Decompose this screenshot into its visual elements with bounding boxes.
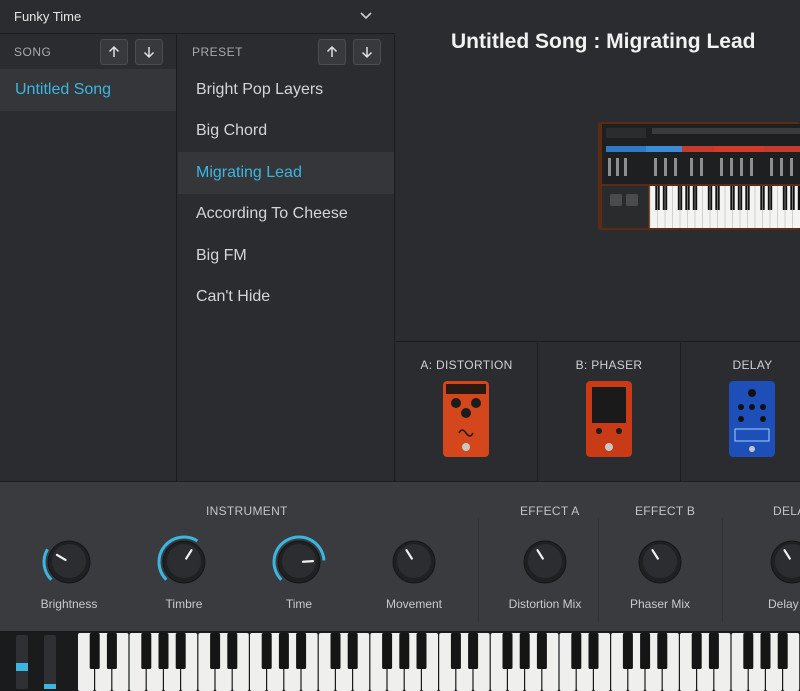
knob-label: Timbre <box>165 597 203 611</box>
black-key[interactable] <box>227 633 238 669</box>
preset-header-label: PRESET <box>192 45 244 59</box>
knob-brightness[interactable] <box>41 534 97 590</box>
knob-label: Movement <box>385 597 443 611</box>
song-up-button[interactable] <box>100 39 128 65</box>
black-key[interactable] <box>210 633 221 669</box>
distortion-pedal-image[interactable] <box>443 381 489 457</box>
knob-delay-vo[interactable] <box>764 534 800 590</box>
knob-distortion-mix[interactable] <box>517 534 573 590</box>
effect-slot-b[interactable]: B: PHASER <box>538 343 681 481</box>
preset-item[interactable]: Big Chord <box>178 111 394 153</box>
section-label-effect-b: EFFECT B <box>635 504 696 518</box>
chevron-down-icon[interactable] <box>359 9 373 23</box>
effect-slot-a[interactable]: A: DISTORTION <box>396 343 538 481</box>
black-key[interactable] <box>691 633 702 669</box>
pitch-wheel[interactable] <box>16 635 28 689</box>
song-column: SONG Untitled Song <box>0 35 177 481</box>
piano-keys[interactable] <box>78 633 800 691</box>
section-divider <box>722 518 723 622</box>
black-key[interactable] <box>347 633 358 669</box>
black-key[interactable] <box>468 633 479 669</box>
preset-item[interactable]: Migrating Lead <box>178 152 394 194</box>
black-key[interactable] <box>640 633 651 669</box>
black-key[interactable] <box>657 633 668 669</box>
black-key[interactable] <box>450 633 461 669</box>
section-label-effect-a: EFFECT A <box>520 504 580 518</box>
knob-movement[interactable] <box>386 534 442 590</box>
black-key[interactable] <box>106 633 117 669</box>
knob-label: Phaser Mix <box>629 597 691 611</box>
black-key[interactable] <box>330 633 341 669</box>
black-key[interactable] <box>296 633 307 669</box>
preset-item[interactable]: Can't Hide <box>178 277 394 319</box>
black-key[interactable] <box>261 633 272 669</box>
song-header-label: SONG <box>14 45 52 59</box>
knob-label: Brightness <box>40 597 98 611</box>
black-key[interactable] <box>175 633 186 669</box>
black-key[interactable] <box>141 633 152 669</box>
song-down-button[interactable] <box>135 39 163 65</box>
app: Funky Time SONG Untitled Song PRESET Bri… <box>0 0 800 691</box>
knob-label: Time <box>285 597 313 611</box>
arrow-up-icon <box>108 45 120 57</box>
black-key[interactable] <box>89 633 100 669</box>
effect-label: DELAY <box>732 358 773 372</box>
section-divider <box>478 518 479 622</box>
delay-pedal-image[interactable] <box>729 381 775 457</box>
preset-column: PRESET Bright Pop Layers Big Chord Migra… <box>178 35 395 481</box>
black-key[interactable] <box>760 633 771 669</box>
black-key[interactable] <box>588 633 599 669</box>
black-key[interactable] <box>278 633 289 669</box>
preset-item[interactable]: Big FM <box>178 235 394 277</box>
preset-header: PRESET <box>178 35 394 69</box>
arrow-up-icon <box>326 45 338 57</box>
effect-label: B: PHASER <box>575 358 643 372</box>
black-key[interactable] <box>502 633 513 669</box>
song-header: SONG <box>0 35 176 69</box>
preset-item[interactable]: According To Cheese <box>178 194 394 236</box>
black-key[interactable] <box>743 633 754 669</box>
macro-controls: INSTRUMENT EFFECT A EFFECT B DELA Bright… <box>0 481 800 631</box>
knob-label: Delay Vo <box>767 597 800 611</box>
black-key[interactable] <box>536 633 547 669</box>
mod-wheel-indicator <box>44 684 56 689</box>
preset-up-button[interactable] <box>318 39 346 65</box>
instrument-view: Untitled Song : Migrating Lead <box>396 0 800 342</box>
knob-time[interactable] <box>271 534 327 590</box>
black-key[interactable] <box>416 633 427 669</box>
arrow-down-icon <box>143 47 155 59</box>
black-key[interactable] <box>158 633 169 669</box>
page-title: Untitled Song : Migrating Lead <box>451 30 756 53</box>
black-key[interactable] <box>777 633 788 669</box>
effect-label: A: DISTORTION <box>420 358 513 372</box>
black-key[interactable] <box>382 633 393 669</box>
black-key[interactable] <box>622 633 633 669</box>
phaser-pedal-image[interactable] <box>586 381 632 457</box>
song-item[interactable]: Untitled Song <box>0 69 176 111</box>
pitch-wheel-indicator <box>16 663 28 671</box>
setlist-selector[interactable]: Funky Time <box>0 0 395 34</box>
black-key[interactable] <box>519 633 530 669</box>
black-key[interactable] <box>571 633 582 669</box>
knob-label: Distortion Mix <box>508 597 582 611</box>
keyboard <box>0 631 800 691</box>
synthesizer-image[interactable] <box>598 122 800 230</box>
preset-down-button[interactable] <box>353 39 381 65</box>
arrow-down-icon <box>361 47 373 59</box>
setlist-name: Funky Time <box>14 9 82 24</box>
section-label-delay: DELA <box>773 504 800 518</box>
knob-phaser-mix[interactable] <box>632 534 688 590</box>
effect-slot-delay[interactable]: DELAY <box>681 343 800 481</box>
black-key[interactable] <box>708 633 719 669</box>
section-label-instrument: INSTRUMENT <box>206 504 288 518</box>
knob-timbre[interactable] <box>156 534 212 590</box>
mod-wheel[interactable] <box>44 635 56 689</box>
preset-item[interactable]: Bright Pop Layers <box>178 69 394 111</box>
effects-row: A: DISTORTION B: PHASER DELAY <box>396 343 800 481</box>
black-key[interactable] <box>399 633 410 669</box>
